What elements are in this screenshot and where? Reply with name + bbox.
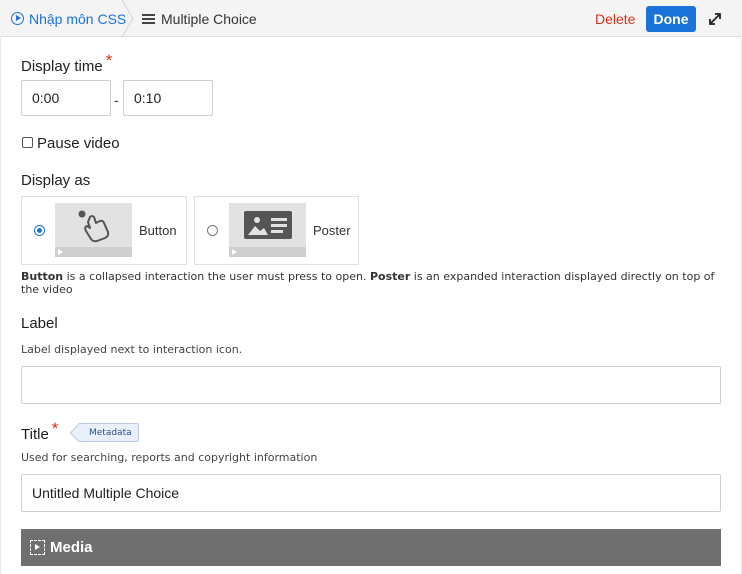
time-separator: -: [114, 92, 119, 108]
hand-pointer-icon: [78, 210, 110, 243]
poster-preview-image: [229, 203, 306, 257]
media-section-toggle[interactable]: Media: [21, 529, 721, 566]
title-input[interactable]: Untitled Multiple Choice: [21, 474, 721, 512]
title-field-label-text: Title: [21, 426, 49, 443]
breadcrumb-home[interactable]: Nhập môn CSS: [0, 0, 138, 37]
media-section-label: Media: [50, 539, 93, 556]
title-field-label: Title *: [21, 419, 58, 444]
label-input[interactable]: [21, 366, 721, 404]
breadcrumb-separator: [121, 0, 134, 37]
label-field-description: Label displayed next to interaction icon…: [21, 343, 243, 356]
delete-button[interactable]: Delete: [595, 11, 635, 27]
title-field-description: Used for searching, reports and copyrigh…: [21, 451, 318, 464]
help-button-term: Button: [21, 270, 64, 283]
video-bar: [55, 247, 132, 257]
play-circle-icon: [11, 12, 24, 25]
display-time-to-input[interactable]: 0:10: [123, 80, 213, 116]
button-preview-image: [55, 203, 132, 257]
list-icon: [142, 13, 155, 24]
video-bar: [229, 247, 306, 257]
display-as-button-label: Button: [139, 223, 177, 238]
expand-icon[interactable]: [706, 10, 724, 28]
breadcrumb-current: Multiple Choice: [142, 0, 257, 37]
editor-topbar: Nhập môn CSS Multiple Choice Delete Done: [0, 0, 742, 37]
display-as-button-radio[interactable]: [34, 225, 45, 236]
required-marker: *: [51, 419, 59, 438]
display-as-label: Display as: [21, 172, 91, 189]
pause-video-checkbox[interactable]: [22, 137, 33, 148]
display-as-option-poster[interactable]: Poster: [194, 196, 359, 265]
display-as-help-text: Button is a collapsed interaction the us…: [21, 270, 726, 296]
metadata-tag-button[interactable]: Metadata: [78, 423, 139, 442]
poster-card-icon: [244, 211, 292, 239]
display-as-poster-radio[interactable]: [207, 225, 218, 236]
help-poster-term: Poster: [369, 270, 411, 283]
done-button[interactable]: Done: [646, 6, 696, 32]
display-as-poster-label: Poster: [313, 223, 351, 238]
breadcrumb-current-label: Multiple Choice: [161, 10, 257, 27]
required-marker: *: [105, 51, 113, 70]
display-as-option-button[interactable]: Button: [21, 196, 187, 265]
pause-video-label[interactable]: Pause video: [37, 135, 120, 152]
media-play-icon: [30, 540, 45, 555]
help-middle-text: is a collapsed interaction the user must…: [63, 270, 370, 283]
display-time-from-input[interactable]: 0:00: [21, 80, 111, 116]
display-time-label-text: Display time: [21, 58, 103, 75]
breadcrumb-home-label: Nhập môn CSS: [29, 10, 127, 27]
display-time-label: Display time *: [21, 51, 112, 76]
label-field-label: Label: [21, 315, 58, 332]
interaction-form: Display time * 0:00 - 0:10 Pause video Di…: [0, 38, 742, 574]
